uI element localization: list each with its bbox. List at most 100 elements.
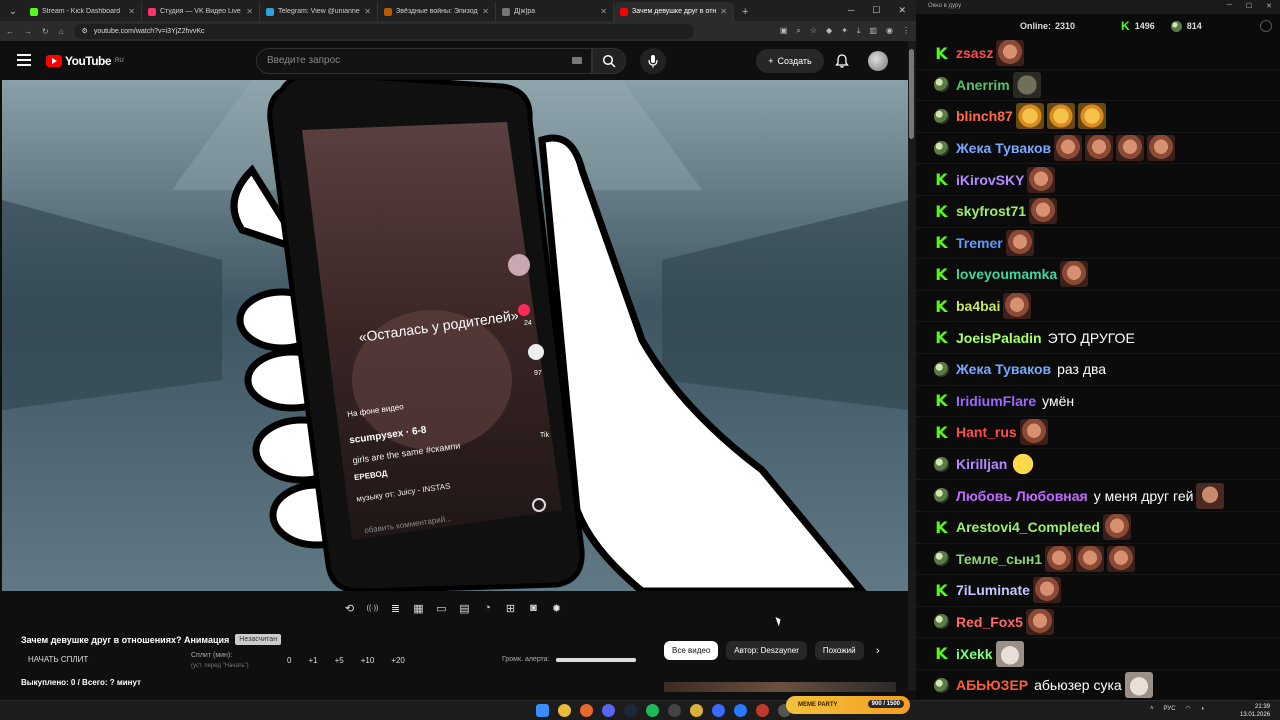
chat-username[interactable]: Жека Туваков [956, 361, 1051, 377]
chat-username[interactable]: JoeisPaladin [956, 330, 1042, 346]
recommended-thumbnail[interactable] [664, 682, 896, 692]
chat-username[interactable]: ba4bai [956, 298, 1000, 314]
chat-username[interactable]: Hant_rus [956, 424, 1017, 440]
media-icon[interactable] [712, 704, 725, 717]
chat-username[interactable]: Red_Fox5 [956, 614, 1023, 630]
start-icon[interactable] [536, 704, 549, 717]
tab-close-icon[interactable]: ✕ [482, 7, 489, 16]
account-avatar[interactable] [868, 51, 888, 71]
notifications-bell-icon[interactable] [834, 53, 850, 69]
chat-username[interactable]: loveyoumamka [956, 266, 1057, 282]
chips-next-icon[interactable]: › [876, 645, 880, 657]
repeat-icon[interactable]: ⟲ [340, 599, 359, 618]
search-input[interactable]: Введите запрос [256, 48, 592, 74]
browser-tab[interactable]: Студия — VK Видео Live ✕ [142, 2, 260, 21]
chat-maximize-icon[interactable]: ☐ [1246, 2, 1252, 10]
chat-username[interactable]: Kirilljan [956, 456, 1007, 472]
tab-menu-icon[interactable]: ⌄ [4, 3, 22, 19]
split-button[interactable]: +1 [308, 656, 317, 665]
create-button[interactable]: + Создать [756, 49, 824, 73]
voice-search-button[interactable] [640, 48, 666, 74]
tab-close-icon[interactable]: ✕ [720, 7, 727, 16]
browser-tab[interactable]: Д[ж]ра ✕ [496, 2, 614, 21]
extension-icon[interactable]: ◆ [826, 26, 832, 36]
volume-icon[interactable]: ◖ [1201, 706, 1205, 712]
maximize-icon[interactable]: ☐ [872, 5, 880, 16]
filter-chip[interactable]: Похожий [814, 641, 864, 660]
chat-username[interactable]: 7iLuminate [956, 582, 1030, 598]
settings-icon[interactable]: ✹ [547, 599, 566, 618]
chat-username[interactable]: Любовь Любовная [956, 488, 1088, 504]
lang-indicator[interactable]: РУС [1164, 706, 1176, 712]
youtube-logo[interactable]: YouTube RU [46, 54, 124, 68]
vk-icon[interactable] [734, 704, 747, 717]
tray-chevron-icon[interactable]: ˄ [1150, 706, 1154, 712]
url-field[interactable]: ⚙ youtube.com/watch?v=i3YjZ2hvvKc [73, 23, 694, 39]
forward-icon[interactable]: → [24, 27, 32, 36]
chat-close-icon[interactable]: ✕ [1266, 2, 1272, 10]
files-icon[interactable] [690, 704, 703, 717]
camera-icon[interactable]: ◙ [524, 599, 543, 618]
minimize-icon[interactable]: ─ [848, 5, 854, 16]
filter-chip[interactable]: Все видео [664, 641, 719, 660]
firefox-icon[interactable] [580, 704, 593, 717]
browser-tab[interactable]: Зачем девушке друг в отн ✕ [614, 2, 734, 21]
install-icon[interactable]: ▣ [780, 26, 788, 36]
search-button[interactable] [592, 48, 626, 74]
chat-username[interactable]: АБЬЮЗЕР [956, 677, 1028, 693]
broadcast-icon[interactable]: ((·)) [363, 599, 382, 618]
site-info-icon[interactable]: ⚙ [82, 27, 88, 35]
chat-username[interactable]: iKirovSKY [956, 172, 1024, 188]
new-tab-button[interactable]: + [734, 6, 756, 21]
profile-icon[interactable]: ◉ [886, 26, 893, 36]
playlist-icon[interactable]: ≣ [386, 599, 405, 618]
split-button[interactable]: +5 [335, 656, 344, 665]
chat-username[interactable]: IridiumFlare [956, 393, 1036, 409]
clapper-icon[interactable]: ▦ [409, 599, 428, 618]
tab-close-icon[interactable]: ✕ [246, 7, 253, 16]
spotify-icon[interactable] [646, 704, 659, 717]
chat-settings-icon[interactable] [1260, 20, 1272, 32]
home-icon[interactable]: ⌂ [59, 27, 64, 36]
subtitles-icon[interactable]: ▤ [455, 599, 474, 618]
video-player[interactable]: «Осталась у родителей» На фоне видео scu… [2, 80, 908, 591]
speed-icon[interactable]: ◔ [478, 599, 497, 618]
chat-minimize-icon[interactable]: ─ [1227, 2, 1232, 10]
chat-username[interactable]: blinch87 [956, 108, 1013, 124]
network-icon[interactable]: ◠ [1186, 705, 1191, 712]
keyboard-icon[interactable] [572, 57, 582, 64]
filter-chip[interactable]: Автор: Deszayner [726, 641, 807, 660]
hamburger-menu-icon[interactable] [17, 54, 31, 69]
split-view-icon[interactable]: ▥ [869, 26, 877, 36]
chat-username[interactable]: skyfrost71 [956, 203, 1026, 219]
tab-close-icon[interactable]: ✕ [128, 7, 135, 16]
chrome-icon[interactable] [558, 704, 571, 717]
page-scrollbar[interactable] [908, 41, 916, 691]
chat-username[interactable]: Arestovi4_Completed [956, 519, 1100, 535]
chat-username[interactable]: Tremer [956, 235, 1003, 251]
tab-close-icon[interactable]: ✕ [600, 7, 607, 16]
bookmark-star-icon[interactable]: ☆ [810, 26, 817, 36]
chat-username[interactable]: zsasz [956, 45, 993, 61]
app-icon[interactable] [756, 704, 769, 717]
clock[interactable]: 21:39 13.01.2026 [1240, 703, 1270, 719]
steam-icon[interactable] [624, 704, 637, 717]
add-icon[interactable]: ⊞ [501, 599, 520, 618]
discord-icon[interactable] [602, 704, 615, 717]
start-split-button[interactable]: НАЧАТЬ СПЛИТ [28, 655, 88, 664]
reload-icon[interactable]: ↻ [42, 27, 49, 36]
chat-username[interactable]: iXekk [956, 646, 993, 662]
chat-username[interactable]: Темле_сын1 [956, 551, 1042, 567]
browser-tab[interactable]: Stream - Kick Dashboard ✕ [24, 2, 142, 21]
chat-username[interactable]: Жека Туваков [956, 140, 1051, 156]
browser-tab[interactable]: Звёздные войны: Эпизод 5 - ✕ [378, 2, 496, 21]
pip-icon[interactable]: ▭ [432, 599, 451, 618]
browser-tab[interactable]: Telegram: View @uniannet ✕ [260, 2, 378, 21]
close-window-icon[interactable]: ✕ [898, 5, 906, 16]
obs-icon[interactable] [668, 704, 681, 717]
back-icon[interactable]: ← [6, 27, 14, 36]
scrollbar-thumb[interactable] [909, 49, 914, 139]
alert-volume-slider[interactable] [555, 657, 636, 662]
download-icon[interactable]: ⤓ [857, 26, 861, 36]
puzzle-icon[interactable]: ✦ [841, 26, 848, 36]
